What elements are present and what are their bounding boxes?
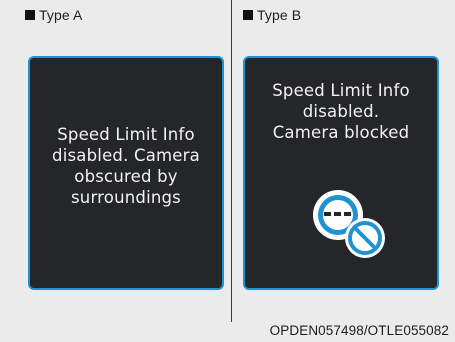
square-bullet-icon: [243, 10, 253, 20]
type-a-heading: Type A: [25, 6, 82, 24]
figure-caption: OPDEN057498/OTLE055082: [269, 323, 449, 338]
type-b-display-panel: Speed Limit Info disabled. Camera blocke…: [243, 56, 439, 290]
type-a-label: Type A: [39, 7, 83, 23]
type-a-display-panel: Speed Limit Info disabled. Camera obscur…: [28, 56, 224, 290]
square-bullet-icon: [25, 10, 35, 20]
camera-blocked-icon: [313, 190, 385, 258]
figure-canvas: Type A Type B Speed Limit Info disabled.…: [0, 0, 455, 342]
type-b-heading: Type B: [243, 6, 301, 24]
column-divider: [231, 0, 232, 322]
type-b-message: Speed Limit Info disabled. Camera blocke…: [272, 81, 410, 142]
type-a-message: Speed Limit Info disabled. Camera obscur…: [52, 125, 200, 207]
type-b-label: Type B: [257, 7, 302, 23]
